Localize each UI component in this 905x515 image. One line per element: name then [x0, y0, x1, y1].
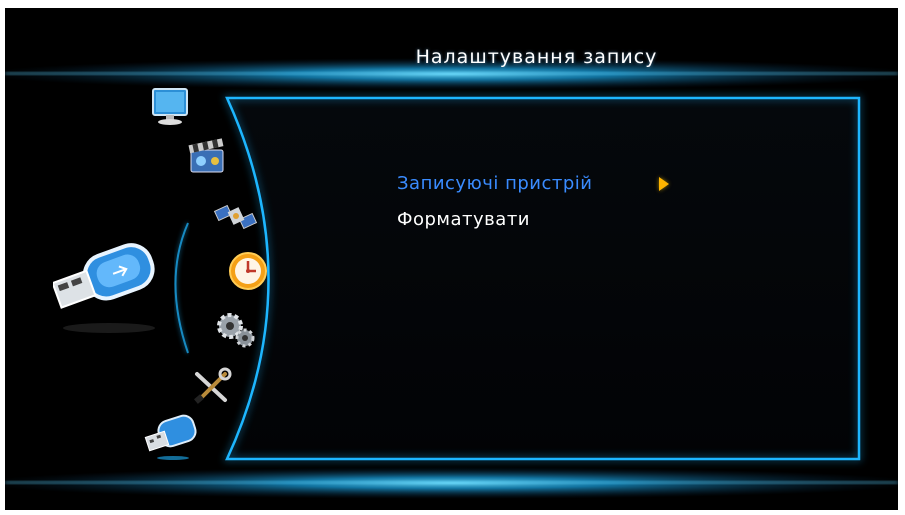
menu-item-format[interactable]: Форматувати	[397, 202, 593, 238]
clock-icon[interactable]	[225, 248, 271, 294]
menu-item-label: Форматувати	[397, 209, 531, 230]
usb-large-icon	[53, 243, 155, 333]
main-panel	[225, 96, 861, 461]
page-title: Налаштування запису	[415, 46, 658, 68]
tools-icon[interactable]	[189, 366, 233, 408]
recording-menu: Записуючі пристрій Форматувати	[397, 166, 669, 238]
media-icon[interactable]	[185, 136, 231, 178]
monitor-icon[interactable]	[149, 86, 193, 128]
recording-settings-screen: Налаштування запису Записуючі пристрій Ф…	[5, 8, 898, 510]
chevron-right-icon	[659, 177, 669, 191]
usb-icon[interactable]	[143, 412, 201, 462]
gears-icon[interactable]	[213, 308, 259, 352]
menu-item-recording-device[interactable]: Записуючі пристрій	[397, 166, 669, 202]
satellite-icon[interactable]	[213, 194, 259, 236]
menu-item-label: Записуючі пристрій	[397, 173, 593, 194]
